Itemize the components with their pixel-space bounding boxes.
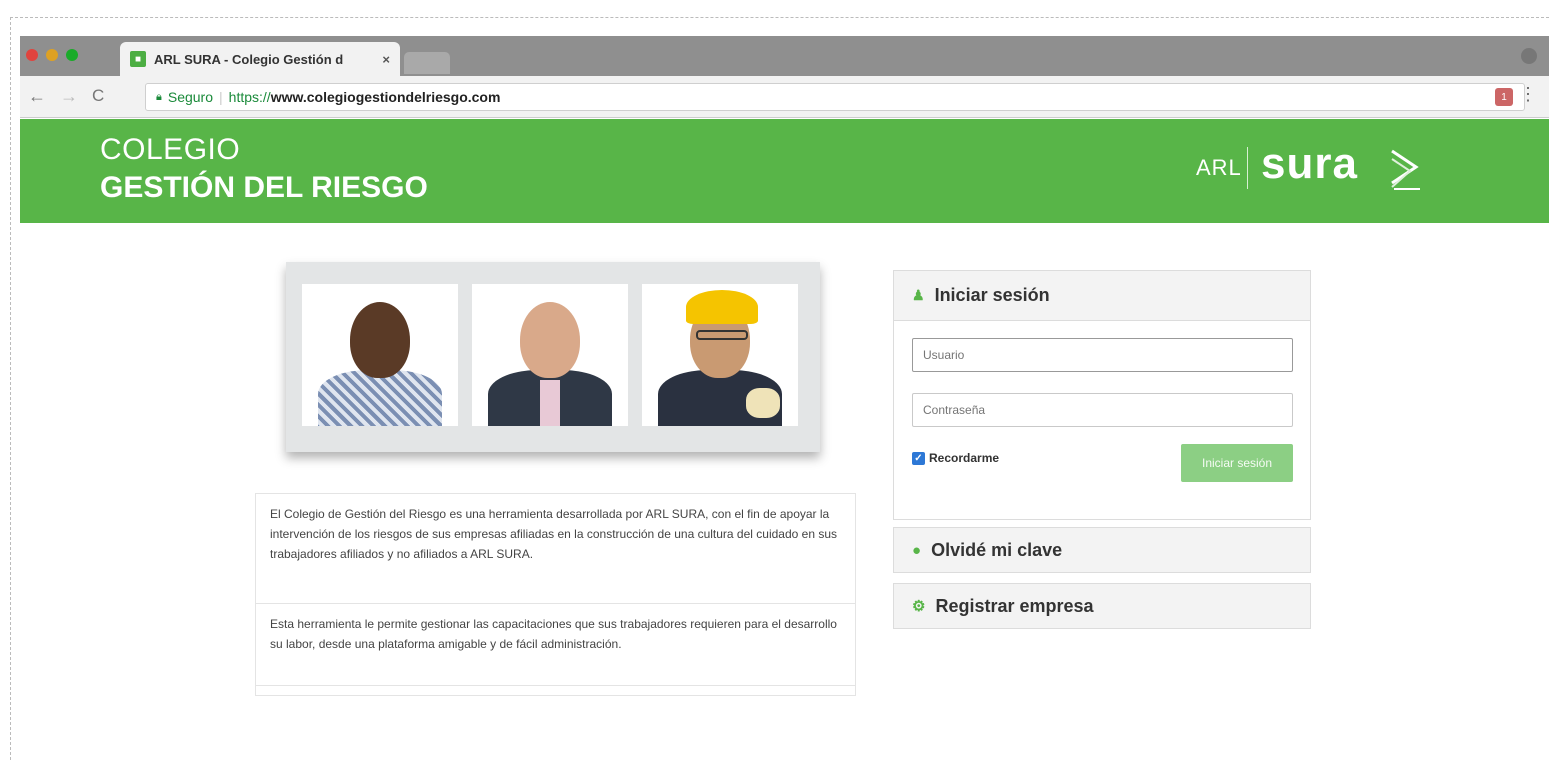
description-paragraph-2: Esta herramienta le permite gestionar la… — [256, 604, 855, 686]
forward-icon[interactable]: → — [60, 86, 78, 107]
sura-logo-mark-icon — [1391, 149, 1420, 190]
site-header: COLEGIO GESTIÓN DEL RIESGO ARL sura — [20, 119, 1549, 223]
browser-toolbar: ← → C 🔒︎ Seguro | https://www.colegioges… — [20, 76, 1549, 118]
site-title-line1: COLEGIO — [100, 133, 241, 166]
description-paragraph-1: El Colegio de Gestión del Riesgo es una … — [256, 494, 855, 604]
secure-label: Seguro — [167, 89, 214, 105]
register-company-label: Registrar empresa — [935, 595, 1094, 616]
forgot-password-panel[interactable]: ● Olvidé mi clave — [893, 527, 1311, 573]
profile-icon[interactable] — [1521, 48, 1537, 64]
minimize-window-button[interactable] — [46, 49, 58, 61]
tab-close-icon[interactable]: × — [382, 52, 390, 67]
browser-tab-bar: ■ ARL SURA - Colegio Gestión d × — [20, 36, 1549, 76]
login-title: Iniciar sesión — [934, 285, 1050, 305]
remember-label: Recordarme — [929, 451, 1000, 465]
extension-icon[interactable]: 1 — [1495, 88, 1513, 106]
lock-icon: 🔒︎ — [156, 90, 162, 103]
user-icon: ♟ — [912, 287, 925, 303]
reload-icon[interactable]: C — [92, 86, 104, 106]
description-box: El Colegio de Gestión del Riesgo es una … — [255, 493, 856, 696]
close-window-button[interactable] — [26, 49, 38, 61]
register-company-panel[interactable]: ⚙ Registrar empresa — [893, 583, 1311, 629]
url-text: www.colegiogestiondelriesgo.com — [270, 89, 501, 105]
photo-person-3 — [642, 284, 798, 426]
back-icon[interactable]: ← — [28, 86, 46, 107]
photo-person-1 — [302, 284, 458, 426]
info-circle-icon: ● — [912, 541, 922, 559]
menu-icon[interactable]: ⋮ — [1519, 84, 1537, 105]
password-input[interactable] — [912, 393, 1293, 427]
login-panel: ♟ Iniciar sesión ✓ Recordarme Iniciar se… — [893, 270, 1311, 520]
url-separator: | — [219, 89, 223, 105]
browser-tab[interactable]: ■ ARL SURA - Colegio Gestión d × — [120, 42, 400, 76]
site-title-line2: GESTIÓN DEL RIESGO — [100, 171, 428, 204]
maximize-window-button[interactable] — [66, 49, 78, 61]
address-bar[interactable]: 🔒︎ Seguro | https://www.colegiogestionde… — [145, 83, 1525, 111]
window-controls — [26, 49, 78, 61]
tab-title: ARL SURA - Colegio Gestión d — [154, 51, 344, 67]
remember-me[interactable]: ✓ Recordarme — [912, 451, 999, 465]
people-photo-frame — [286, 262, 820, 452]
photo-person-2 — [472, 284, 628, 426]
logo-prefix: ARL — [1196, 155, 1242, 180]
new-tab-button[interactable] — [404, 52, 450, 74]
favicon-icon: ■ — [130, 51, 146, 67]
login-panel-header: ♟ Iniciar sesión — [894, 271, 1310, 321]
username-input[interactable] — [912, 338, 1293, 372]
cogs-icon: ⚙ — [912, 598, 926, 615]
remember-checkbox[interactable]: ✓ — [912, 451, 925, 465]
login-button[interactable]: Iniciar sesión — [1181, 444, 1293, 482]
url-scheme: https:// — [228, 89, 271, 105]
logo-name: sura — [1261, 139, 1358, 188]
logo-divider — [1247, 147, 1248, 189]
forgot-password-label: Olvidé mi clave — [931, 539, 1063, 560]
